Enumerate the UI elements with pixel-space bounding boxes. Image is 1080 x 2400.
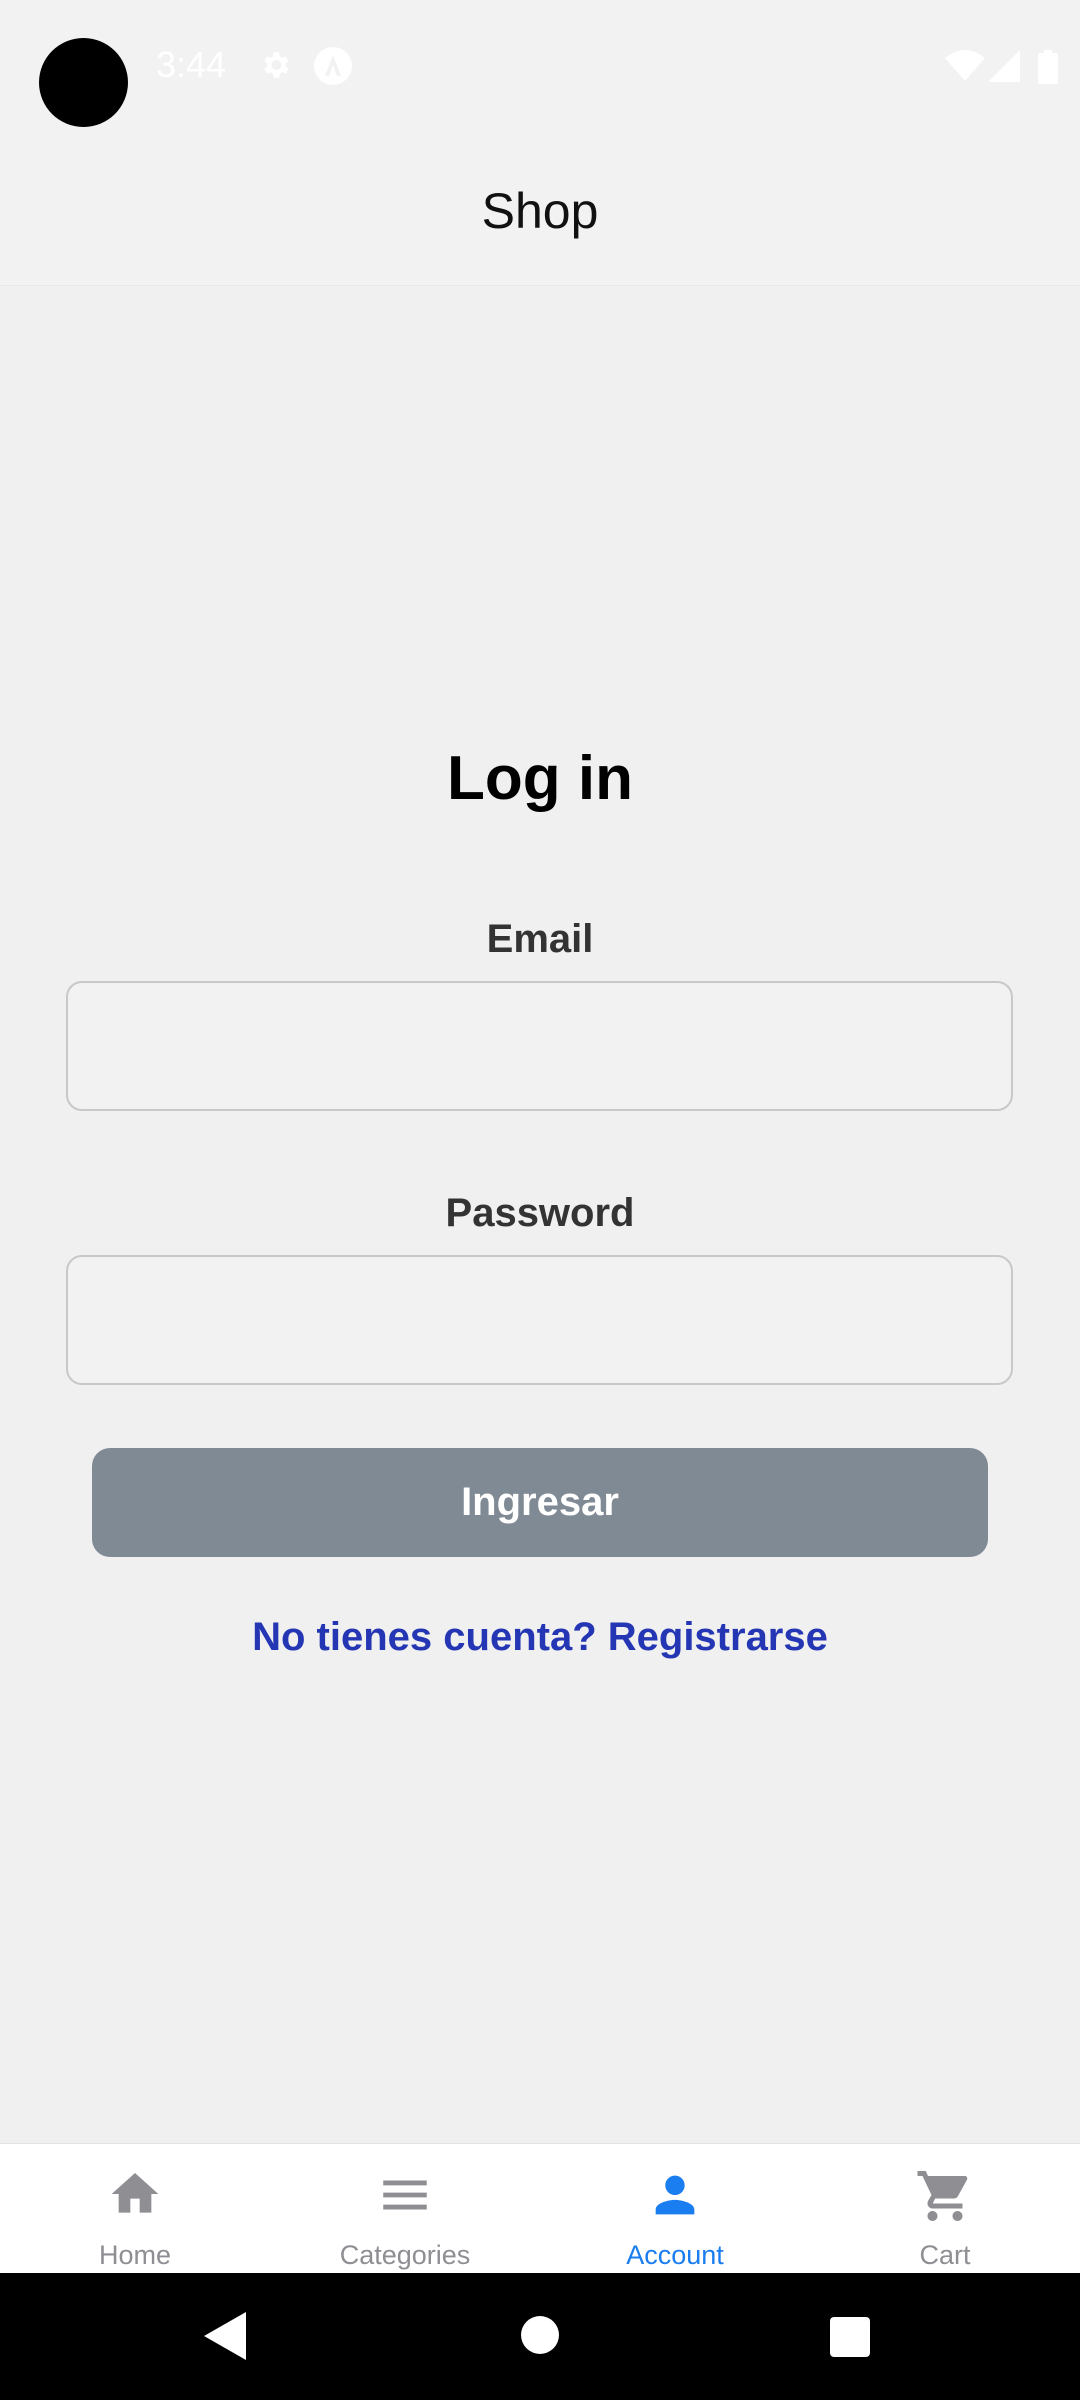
app-badge-icon (313, 46, 353, 86)
screen: 3:44 Shop Log in Email Password Ingresar… (0, 0, 1080, 2400)
tab-categories[interactable]: Categories (270, 2144, 540, 2274)
settings-icon (258, 48, 292, 82)
tab-label: Cart (919, 2240, 971, 2270)
tab-label: Account (626, 2240, 724, 2270)
app-header: Shop (0, 136, 1080, 286)
recents-icon[interactable] (830, 2317, 870, 2362)
system-nav-bar (0, 2273, 1080, 2400)
header-title: Shop (481, 183, 599, 239)
home-icon (0, 2166, 270, 2226)
tab-label: Categories (339, 2240, 471, 2270)
login-form: Log in Email Password Ingresar No tienes… (0, 287, 1080, 2143)
battery-icon (1038, 50, 1058, 84)
person-icon (540, 2166, 810, 2226)
wifi-icon (945, 50, 985, 82)
email-label: Email (486, 917, 594, 961)
page-title: Log in (447, 744, 633, 813)
bottom-tab-bar: Home Categories Account Cart (0, 2143, 1080, 2273)
menu-icon (270, 2166, 540, 2226)
back-icon[interactable] (204, 2312, 246, 2365)
signal-icon (988, 50, 1020, 82)
tab-account[interactable]: Account (540, 2144, 810, 2274)
camera-cutout (39, 38, 128, 127)
email-field[interactable] (66, 981, 1013, 1111)
password-label: Password (445, 1191, 635, 1235)
register-link[interactable]: No tienes cuenta? Registrarse (0, 1615, 1080, 1660)
cart-icon (810, 2166, 1080, 2226)
status-time: 3:44 (156, 44, 227, 85)
tab-label: Home (98, 2240, 172, 2270)
tab-cart[interactable]: Cart (810, 2144, 1080, 2274)
tab-home[interactable]: Home (0, 2144, 270, 2274)
status-bar: 3:44 (0, 0, 1080, 136)
home-nav-icon[interactable] (521, 2316, 559, 2359)
login-button[interactable]: Ingresar (92, 1448, 988, 1557)
password-field[interactable] (66, 1255, 1013, 1385)
